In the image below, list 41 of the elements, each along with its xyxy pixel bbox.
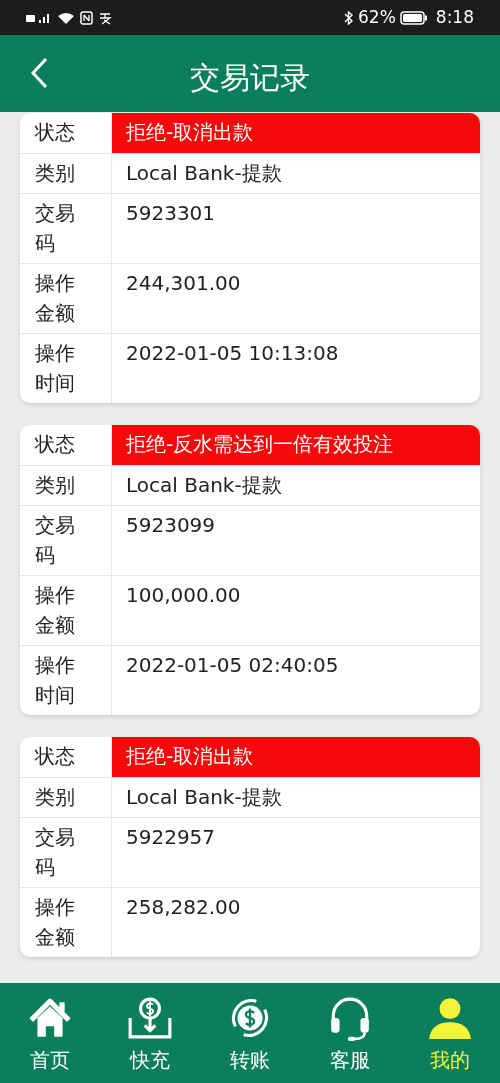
field-value: 2022-01-05 02:40:05 <box>125 652 340 679</box>
field-label: 状态 <box>35 431 75 458</box>
field-label: 交易码 <box>35 512 75 569</box>
field-label: 操作时间 <box>35 340 75 397</box>
status-value: 拒绝-反水需达到一倍有效投注 <box>112 425 480 465</box>
deposit-icon <box>127 995 173 1041</box>
user-icon <box>427 995 473 1041</box>
field-value: Local Bank-提款 <box>125 160 283 187</box>
field-label: 操作金额 <box>35 894 75 951</box>
field-label: 操作金额 <box>35 582 75 639</box>
page-title: 交易记录 <box>190 59 310 97</box>
field-value: Local Bank-提款 <box>125 472 283 499</box>
field-label: 操作时间 <box>35 652 75 709</box>
field-label: 操作金额 <box>35 270 75 327</box>
battery-percent: 62% <box>358 5 396 29</box>
field-label: 状态 <box>35 119 75 146</box>
field-value: 5922957 <box>125 824 217 851</box>
battery-icon <box>399 10 428 25</box>
field-label: 交易码 <box>35 200 75 257</box>
nav-tab[interactable]: 首页 <box>0 983 100 1083</box>
field-label: 类别 <box>35 472 75 499</box>
field-value: 258,282.00 <box>125 894 242 921</box>
field-label: 类别 <box>35 784 75 811</box>
field-value: 2022-01-05 10:13:08 <box>125 340 340 367</box>
clock: 8:18 <box>435 5 474 29</box>
back-icon[interactable] <box>30 57 48 89</box>
field-value: Local Bank-提款 <box>125 784 283 811</box>
field-value: 5923099 <box>125 512 217 539</box>
status-value: 拒绝-取消出款 <box>112 737 480 777</box>
field-value: 5923301 <box>125 200 217 227</box>
field-value: 244,301.00 <box>125 270 242 297</box>
field-label: 类别 <box>35 160 75 187</box>
bluetooth-icon <box>344 9 354 26</box>
field-value: 100,000.00 <box>125 582 242 609</box>
nav-tab[interactable]: 我的 <box>400 983 500 1083</box>
field-label: 状态 <box>35 743 75 770</box>
status-value: 拒绝-取消出款 <box>112 113 480 153</box>
nav-tab[interactable]: 客服 <box>300 983 400 1083</box>
field-label: 交易码 <box>35 824 75 881</box>
nav-tab[interactable]: 转账 <box>200 983 300 1083</box>
nav-tab[interactable]: 快充 <box>100 983 200 1083</box>
